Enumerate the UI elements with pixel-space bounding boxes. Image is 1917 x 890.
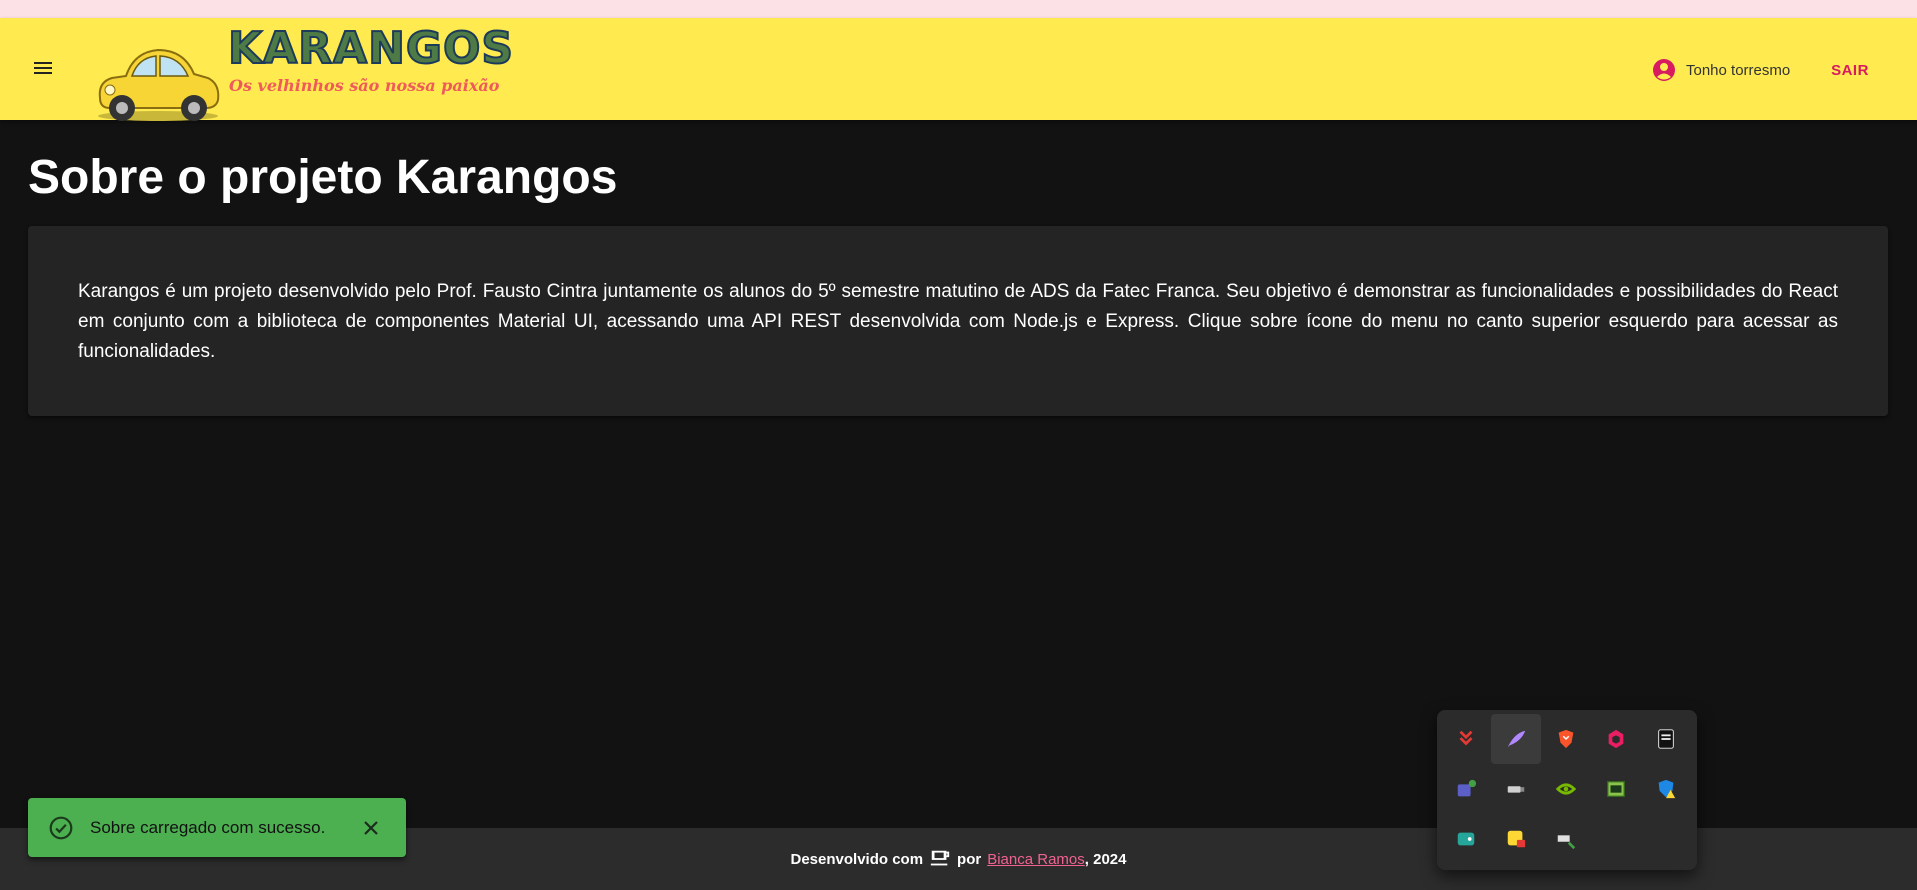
user-menu[interactable]: Tonho torresmo xyxy=(1652,56,1790,84)
tray-epic-games-icon[interactable] xyxy=(1641,714,1691,764)
app-bar: KARANGOS Os velhinhos são nossa paixão T… xyxy=(0,18,1917,121)
success-snackbar: Sobre carregado com sucesso. xyxy=(28,798,406,857)
snackbar-close-button[interactable] xyxy=(356,813,386,843)
tray-teams-icon[interactable] xyxy=(1441,764,1491,814)
account-circle-icon xyxy=(1653,59,1675,81)
logout-button[interactable]: SAIR xyxy=(1820,58,1880,82)
system-tray-overflow xyxy=(1437,710,1697,870)
footer-middle: por xyxy=(957,850,982,868)
footer-prefix: Desenvolvido com xyxy=(790,850,924,868)
user-name: Tonho torresmo xyxy=(1686,61,1791,79)
menu-button[interactable] xyxy=(22,47,64,89)
tray-pink-cube-icon[interactable] xyxy=(1591,714,1641,764)
snackbar-message: Sobre carregado com sucesso. xyxy=(90,817,326,837)
tray-feather-icon[interactable] xyxy=(1491,714,1541,764)
tray-wallet-icon[interactable] xyxy=(1441,814,1491,864)
logo-subtitle: Os velhinhos são nossa paixão xyxy=(229,76,500,95)
tray-safely-remove-icon[interactable] xyxy=(1541,814,1591,864)
logo-title: KARANGOS xyxy=(227,22,515,75)
tray-download-arrow-icon[interactable] xyxy=(1441,714,1491,764)
tray-nvidia-icon[interactable] xyxy=(1541,764,1591,814)
close-icon xyxy=(364,820,378,835)
tray-usb-drive-icon[interactable] xyxy=(1491,764,1541,814)
tray-memory-chip-icon[interactable] xyxy=(1591,764,1641,814)
coffee-icon xyxy=(930,850,950,866)
karangos-logo[interactable]: KARANGOS Os velhinhos são nossa paixão xyxy=(92,20,514,121)
author-link[interactable]: Bianca Ramos xyxy=(987,851,1085,868)
about-card: Karangos é um projeto desenvolvido pelo … xyxy=(28,226,1888,416)
tray-brave-shield-icon[interactable] xyxy=(1541,714,1591,764)
browser-bookmark-strip xyxy=(0,0,1917,18)
about-description: Karangos é um projeto desenvolvido pelo … xyxy=(78,281,1838,362)
footer-suffix: , 2024 xyxy=(1084,850,1127,868)
page-title: Sobre o projeto Karangos xyxy=(28,151,618,204)
hamburger-menu-icon xyxy=(34,62,52,74)
check-circle-icon xyxy=(49,816,73,839)
yellow-car-icon xyxy=(98,48,220,121)
tray-vpn-lock-icon[interactable] xyxy=(1491,814,1541,864)
tray-defender-warning-icon[interactable] xyxy=(1641,764,1691,814)
